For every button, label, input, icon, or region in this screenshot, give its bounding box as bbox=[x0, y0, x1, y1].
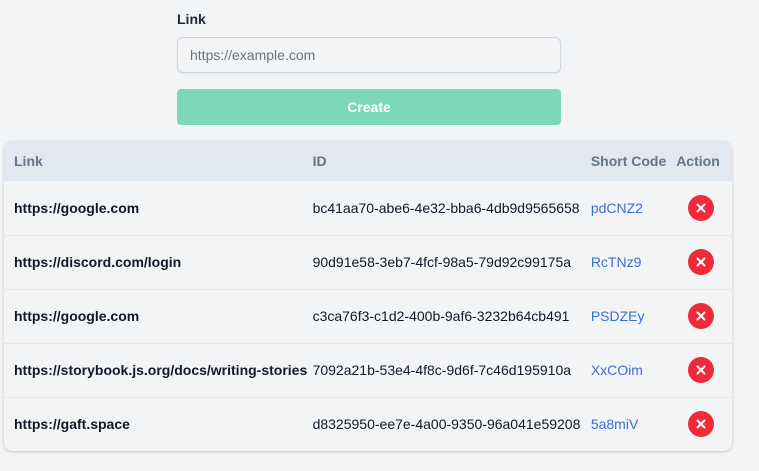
links-table: Link ID Short Code Action https://google… bbox=[4, 141, 732, 451]
column-header-action: Action bbox=[676, 153, 720, 169]
delete-button[interactable] bbox=[688, 194, 715, 221]
link-field-label: Link bbox=[177, 11, 206, 27]
row-action-cell bbox=[676, 289, 732, 343]
column-header-short-code: Short Code bbox=[590, 153, 667, 169]
link-input[interactable] bbox=[177, 37, 561, 73]
table-row: https://discord.com/login 90d91e58-3eb7-… bbox=[4, 235, 732, 289]
row-short-code-link[interactable]: pdCNZ2 bbox=[591, 181, 676, 235]
row-id: bc41aa70-abe6-4e32-bba6-4db9d9565658 bbox=[312, 199, 580, 216]
close-icon bbox=[696, 257, 706, 267]
row-id: d8325950-ee7e-4a00-9350-96a041e59208 bbox=[312, 416, 581, 433]
row-short-code-link[interactable]: PSDZEy bbox=[591, 289, 676, 343]
row-id: 7092a21b-53e4-4f8c-9d6f-7c46d195910a bbox=[312, 362, 572, 378]
close-icon bbox=[696, 419, 706, 429]
table-header-row: Link ID Short Code Action bbox=[4, 141, 732, 181]
column-header-id: ID bbox=[312, 153, 327, 169]
close-icon bbox=[696, 311, 706, 321]
row-link: https://google.com bbox=[14, 199, 140, 216]
links-table-card: Link ID Short Code Action https://google… bbox=[4, 141, 732, 451]
create-button[interactable]: Create bbox=[177, 89, 561, 125]
table-row: https://storybook.js.org/docs/writing-st… bbox=[4, 343, 732, 397]
close-icon bbox=[696, 365, 706, 375]
delete-button[interactable] bbox=[688, 411, 715, 438]
row-action-cell bbox=[676, 397, 732, 451]
delete-button[interactable] bbox=[688, 357, 715, 383]
column-header-link: Link bbox=[14, 153, 43, 169]
row-short-code-link[interactable]: XxCOim bbox=[591, 343, 676, 397]
row-id: 90d91e58-3eb7-4fcf-98a5-79d92c99175a bbox=[312, 254, 572, 270]
row-link: https://gaft.space bbox=[14, 416, 130, 433]
row-link: https://storybook.js.org/docs/writing-st… bbox=[14, 362, 308, 378]
table-row: https://gaft.space d8325950-ee7e-4a00-93… bbox=[4, 397, 732, 451]
table-row: https://google.com bc41aa70-abe6-4e32-bb… bbox=[4, 181, 732, 235]
row-link: https://discord.com/login bbox=[14, 254, 182, 270]
row-short-code-link[interactable]: RcTNz9 bbox=[591, 235, 676, 289]
row-action-cell bbox=[676, 235, 732, 289]
table-row: https://google.com c3ca76f3-c1d2-400b-9a… bbox=[4, 289, 732, 343]
row-short-code-link[interactable]: 5a8miV bbox=[591, 397, 676, 451]
delete-button[interactable] bbox=[688, 303, 715, 329]
row-action-cell bbox=[676, 343, 732, 397]
row-link: https://google.com bbox=[14, 308, 140, 324]
delete-button[interactable] bbox=[688, 249, 715, 275]
row-id: c3ca76f3-c1d2-400b-9af6-3232b64cb491 bbox=[312, 308, 570, 324]
close-icon bbox=[696, 203, 706, 213]
row-action-cell bbox=[676, 181, 732, 235]
